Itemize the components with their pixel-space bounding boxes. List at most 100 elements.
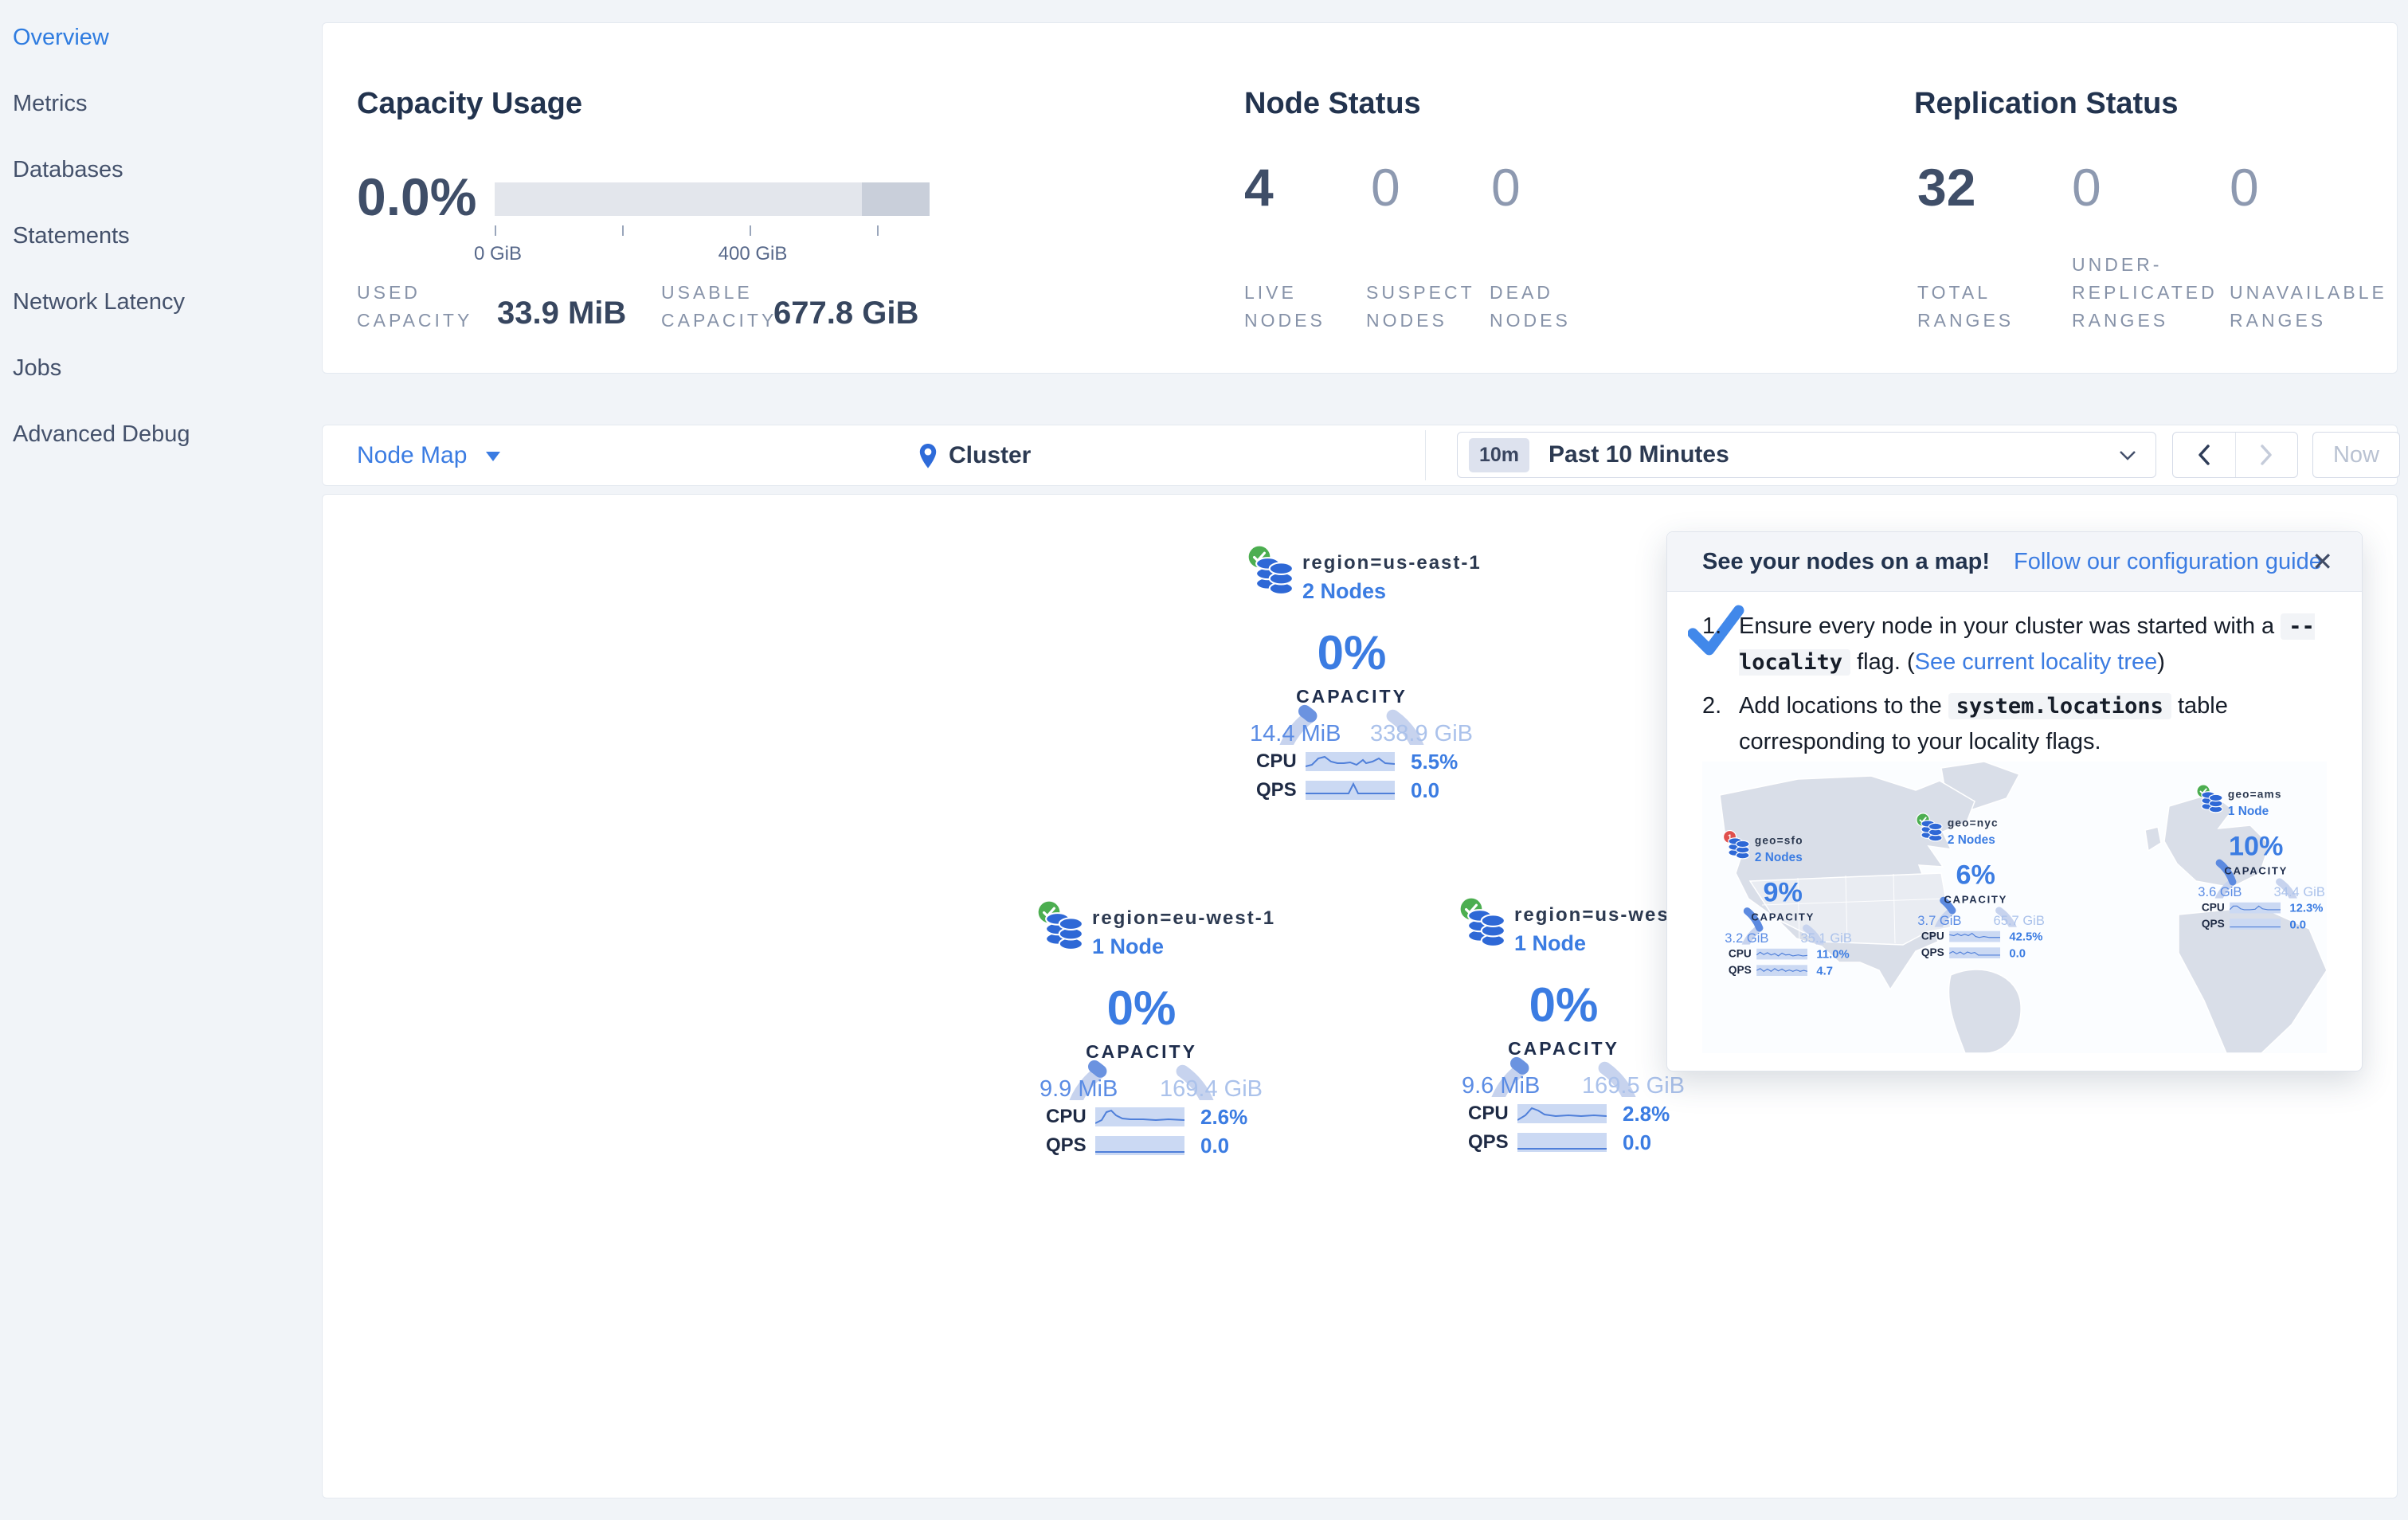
sidebar-item-advanced-debug[interactable]: Advanced Debug xyxy=(0,402,315,468)
qps-value: 0.0 xyxy=(2009,946,2026,960)
code-system-locations: system.locations xyxy=(1948,693,2171,719)
capacity-percent: 6% xyxy=(1956,859,1995,890)
map-toolbar: Node Map Cluster 10m Past 10 Minutes Now xyxy=(322,425,2400,486)
unavailable-label: UNAVAILABLE RANGES xyxy=(2230,282,2387,331)
cpu-value: 2.8% xyxy=(1623,1101,1670,1126)
cpu-sparkline xyxy=(1949,930,2001,942)
sidebar-item-databases[interactable]: Databases xyxy=(0,137,315,203)
cpu-label: CPU xyxy=(1728,947,1752,961)
capacity-used: 9.9 MiB xyxy=(1040,1076,1118,1102)
capacity-used: 3.6 GiB xyxy=(2198,884,2242,899)
qps-label: QPS xyxy=(1046,1134,1087,1156)
nodes-on-map-popup: See your nodes on a map! Follow our conf… xyxy=(1666,531,2363,1071)
now-button[interactable]: Now xyxy=(2312,432,2400,478)
axis-tick xyxy=(877,225,879,236)
step-1: 1. Ensure every node in your cluster was … xyxy=(1687,605,2332,680)
cpu-value: 2.6% xyxy=(1200,1104,1248,1129)
qps-label: QPS xyxy=(1921,946,1944,959)
cpu-value: 42.5% xyxy=(2009,929,2043,943)
locality-tree-link[interactable]: See current locality tree xyxy=(1915,649,2158,675)
capacity-label: CAPACITY xyxy=(1508,1038,1619,1059)
capacity-total: 169.5 GiB xyxy=(1582,1073,1685,1099)
capacity-label: CAPACITY xyxy=(1296,686,1408,707)
step-number: 2. xyxy=(1702,693,1722,719)
locality-widget-us-west-1[interactable]: region=us-west-1 1 Node 0% CAPACITY 9.6 … xyxy=(1459,896,1697,1205)
cluster-summary-card: Capacity Usage 0.0% 0 GiB 400 GiB USED CA… xyxy=(322,22,2398,374)
next-interval-button[interactable] xyxy=(2236,433,2298,477)
axis-tick-label: 400 GiB xyxy=(718,243,788,264)
cpu-sparkline xyxy=(1306,752,1395,771)
capacity-percent: 0% xyxy=(1106,981,1177,1035)
capacity-total: 34.4 GiB xyxy=(2273,884,2325,899)
under-replicated-label: UNDER- REPLICATED RANGES xyxy=(2072,254,2218,331)
qps-label: QPS xyxy=(1256,779,1297,801)
capacity-total: 338.9 GiB xyxy=(1370,721,1473,746)
close-icon[interactable]: ✕ xyxy=(2312,532,2333,591)
db-console-overview-page: Overview Metrics Databases Statements Ne… xyxy=(0,0,2408,1520)
mini-locality-sfo: 1 geo=sfo 2 Nodes 9% CAPACITY 3.2 GiB 35… xyxy=(1723,830,1859,1006)
sidebar-item-network-latency[interactable]: Network Latency xyxy=(0,269,315,335)
capacity-total: 169.4 GiB xyxy=(1160,1076,1263,1102)
capacity-label: CAPACITY xyxy=(1086,1041,1197,1062)
mini-locality-nyc: geo=nyc 2 Nodes 6% CAPACITY 3.7 GiB 65.7… xyxy=(1916,813,2052,989)
cpu-sparkline xyxy=(1756,948,1808,960)
node-status-title: Node Status xyxy=(1244,87,1421,120)
under-replicated-value: 0 xyxy=(2072,158,2101,217)
step-number: 1. xyxy=(1702,613,1722,639)
sidebar: Overview Metrics Databases Statements Ne… xyxy=(0,0,315,1520)
capacity-percent: 0% xyxy=(1529,978,1599,1032)
divider xyxy=(1425,430,1426,480)
capacity-bar xyxy=(495,182,930,216)
popup-title: See your nodes on a map! xyxy=(1702,548,1990,574)
suspect-nodes-value: 0 xyxy=(1371,158,1400,217)
capacity-used: 3.7 GiB xyxy=(1917,913,1962,928)
used-capacity-value: 33.9 MiB xyxy=(497,296,627,331)
suspect-nodes-label: SUSPECT NODES xyxy=(1366,282,1475,331)
cpu-value: 12.3% xyxy=(2289,900,2324,915)
popup-header: See your nodes on a map! Follow our conf… xyxy=(1667,532,2362,592)
capacity-label: CAPACITY xyxy=(2224,864,2289,877)
axis-tick-label: 0 GiB xyxy=(473,243,523,264)
qps-sparkline xyxy=(1949,947,2001,958)
dead-nodes-label: DEAD NODES xyxy=(1490,282,1571,331)
unavailable-value: 0 xyxy=(2230,158,2259,217)
qps-sparkline xyxy=(1095,1136,1184,1155)
sidebar-item-metrics[interactable]: Metrics xyxy=(0,71,315,137)
qps-value: 4.7 xyxy=(1816,963,1834,977)
capacity-total: 65.7 GiB xyxy=(1993,913,2045,928)
sidebar-item-statements[interactable]: Statements xyxy=(0,203,315,269)
chevron-down-icon xyxy=(2119,450,2136,465)
locality-widget-eu-west-1[interactable]: region=eu-west-1 1 Node 0% CAPACITY 9.9 … xyxy=(1036,899,1275,1209)
qps-value: 0.0 xyxy=(2289,917,2307,931)
qps-sparkline xyxy=(1517,1133,1607,1152)
breadcrumb-cluster[interactable]: Cluster xyxy=(949,425,1031,485)
axis-tick xyxy=(495,225,496,236)
cpu-value: 11.0% xyxy=(1816,946,1850,961)
total-ranges-value: 32 xyxy=(1917,158,1976,217)
cpu-label: CPU xyxy=(2201,901,2225,915)
view-mode-dropdown[interactable]: Node Map xyxy=(357,425,467,485)
locality-widget-us-east-1[interactable]: region=us-east-1 2 Nodes 0% CAPACITY 14.… xyxy=(1247,544,1486,853)
configuration-guide-link[interactable]: Follow our configuration guide xyxy=(2014,549,2322,575)
capacity-label: CAPACITY xyxy=(1944,893,2008,906)
capacity-used: 9.6 MiB xyxy=(1462,1073,1541,1099)
axis-tick xyxy=(750,225,751,236)
capacity-total: 35.1 GiB xyxy=(1800,930,1852,946)
total-ranges-label: TOTAL RANGES xyxy=(1917,282,2014,331)
capacity-used-percent: 0.0% xyxy=(357,167,477,226)
axis-tick xyxy=(622,225,624,236)
chevron-down-icon[interactable] xyxy=(486,451,500,465)
cpu-value: 5.5% xyxy=(1411,749,1459,774)
capacity-percent: 0% xyxy=(1317,626,1387,680)
qps-sparkline xyxy=(1756,965,1808,976)
capacity-used: 3.2 GiB xyxy=(1725,930,1769,946)
cpu-label: CPU xyxy=(1256,750,1297,772)
time-range-select[interactable]: 10m Past 10 Minutes xyxy=(1457,432,2156,478)
previous-interval-button[interactable] xyxy=(2173,433,2236,477)
dead-nodes-value: 0 xyxy=(1491,158,1521,217)
step-2: 2. Add locations to the system.locations … xyxy=(1702,688,2332,760)
sidebar-item-jobs[interactable]: Jobs xyxy=(0,335,315,402)
sidebar-item-overview[interactable]: Overview xyxy=(0,5,315,71)
replication-status-title: Replication Status xyxy=(1914,87,2179,120)
live-nodes-label: LIVE NODES xyxy=(1244,282,1325,331)
